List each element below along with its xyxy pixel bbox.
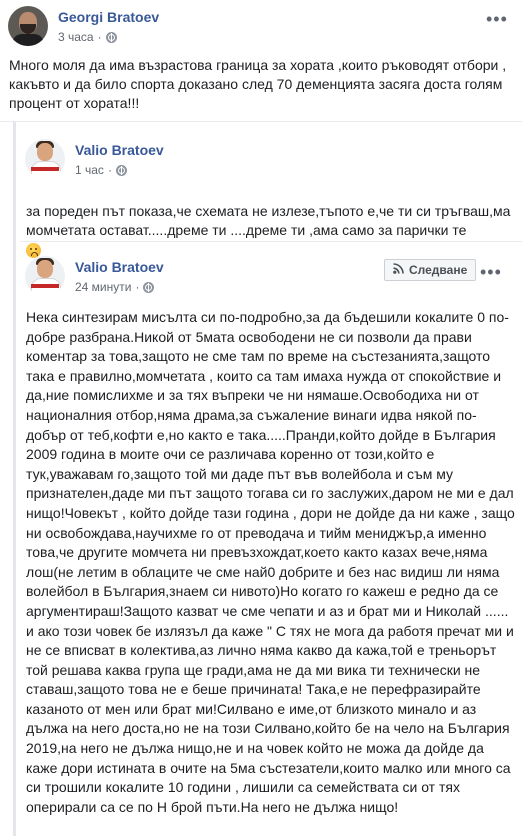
- shared-post-bar: [13, 121, 16, 836]
- divider: [0, 121, 522, 122]
- avatar-shirt-stripe: [31, 284, 59, 288]
- globe-icon: [143, 281, 155, 293]
- post-text: Много моля да има възрастова граница за …: [9, 57, 507, 112]
- globe-icon: [115, 164, 127, 176]
- post-time[interactable]: 24 минути: [75, 279, 131, 295]
- avatar-beard: [20, 24, 36, 34]
- globe-icon: [105, 31, 117, 43]
- post-meta: 1 час ·: [75, 162, 164, 178]
- author-name[interactable]: Valio Bratoev: [75, 141, 164, 159]
- avatar[interactable]: [25, 139, 65, 179]
- meta-separator: ·: [135, 280, 140, 294]
- follow-label: Следване: [409, 263, 468, 277]
- avatar[interactable]: [8, 6, 48, 46]
- post-meta: 3 часа ·: [58, 29, 159, 45]
- avatar-shirt-stripe: [31, 167, 59, 171]
- meta-separator: ·: [107, 163, 112, 177]
- avatar-face: [37, 260, 53, 278]
- post-text: Нека синтезирам мисълта си по-подробно,з…: [26, 309, 515, 815]
- post-time[interactable]: 1 час: [75, 162, 104, 178]
- post-header-info: Valio Bratoev 24 минути ·: [75, 258, 164, 295]
- follow-button[interactable]: Следване: [384, 259, 477, 281]
- avatar-body: [12, 34, 44, 46]
- meta-separator: ·: [97, 30, 102, 44]
- post-header: Valio Bratoev 1 час ·: [25, 139, 164, 179]
- post-header-info: Georgi Bratoev 3 часа ·: [58, 8, 159, 45]
- author-name[interactable]: Valio Bratoev: [75, 258, 164, 276]
- post-header-info: Valio Bratoev 1 час ·: [75, 141, 164, 178]
- post-header: Valio Bratoev 24 минути ·: [25, 256, 164, 296]
- more-options-icon[interactable]: •••: [486, 10, 508, 28]
- post-meta: 24 минути ·: [75, 279, 164, 295]
- post-header: Georgi Bratoev 3 часа ·: [8, 6, 159, 46]
- more-options-icon[interactable]: •••: [480, 263, 502, 281]
- rss-follow-icon: [393, 263, 404, 277]
- author-name[interactable]: Georgi Bratoev: [58, 8, 159, 26]
- post-text: за пореден път показа,че схемата не изле…: [26, 183, 516, 260]
- avatar-face: [37, 143, 53, 161]
- avatar[interactable]: [25, 256, 65, 296]
- post-text-body: за пореден път показа,че схемата не изле…: [26, 203, 511, 239]
- post-time[interactable]: 3 часа: [58, 29, 94, 45]
- divider: [20, 241, 522, 242]
